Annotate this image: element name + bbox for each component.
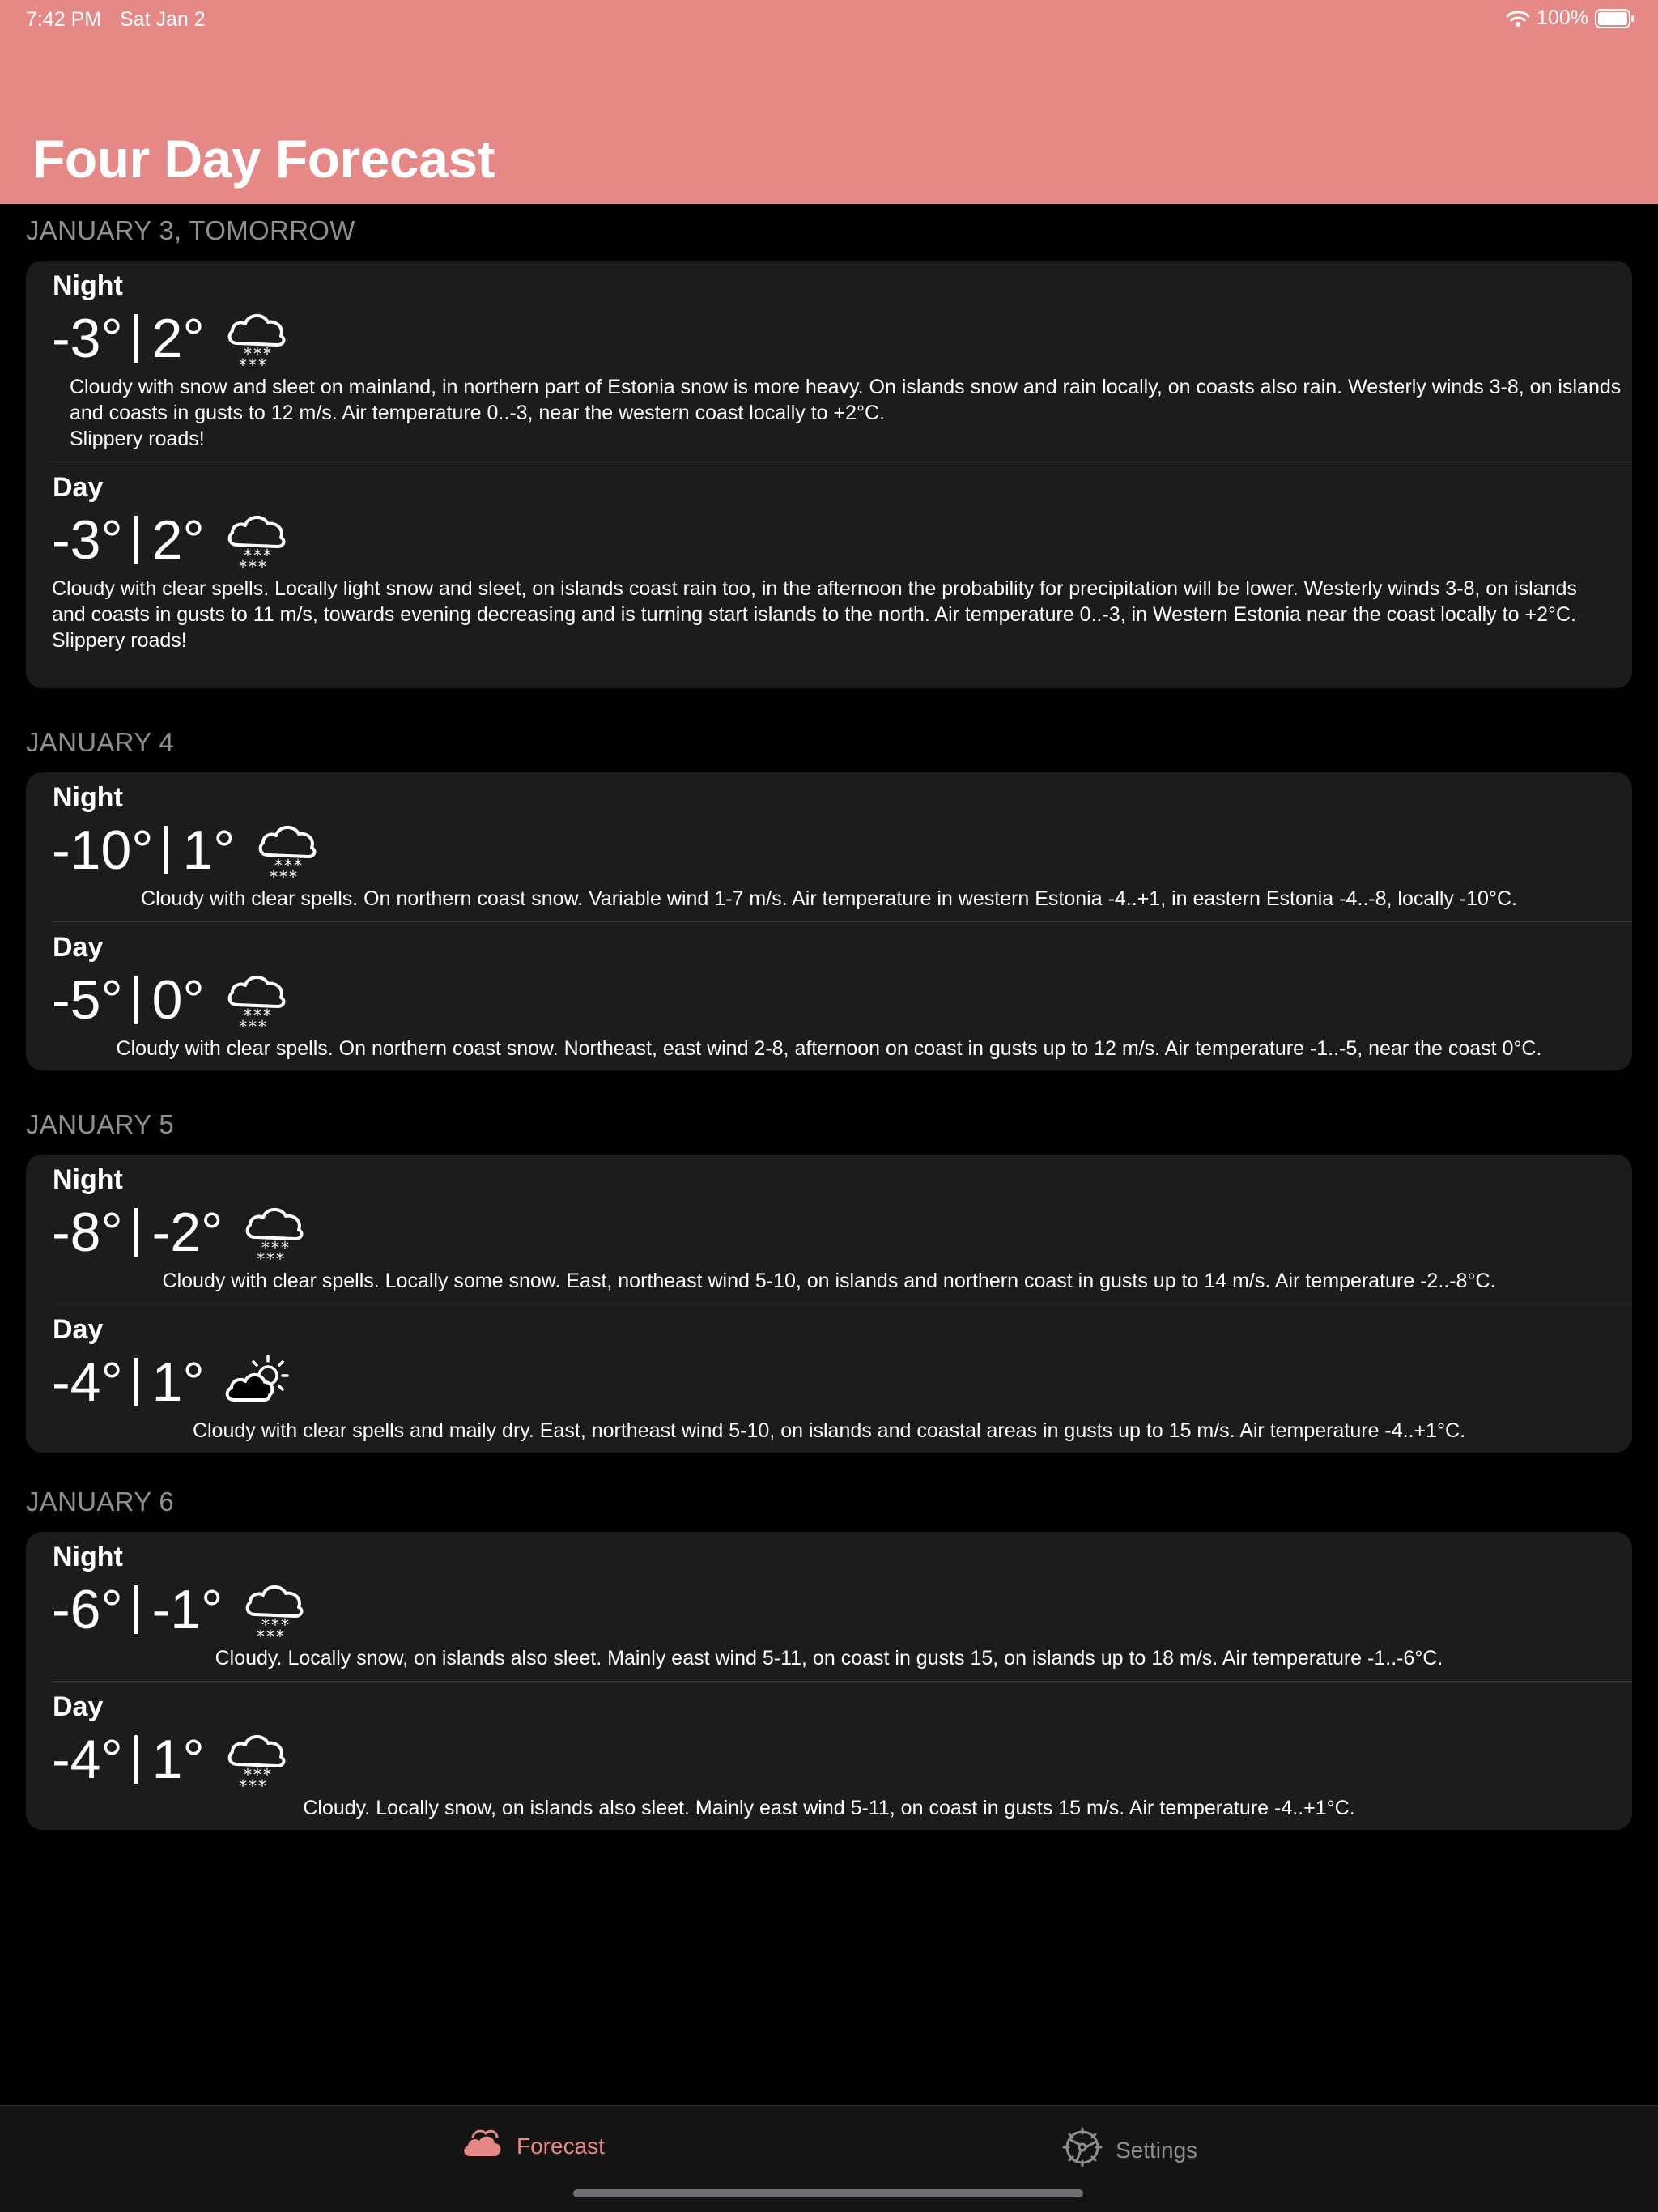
forecast-description: Cloudy with clear spells. On northern co… [116,1037,1542,1060]
temperature-range: -8° -2° [52,1198,308,1266]
forecast-description: Cloudy. Locally snow, on islands also sl… [303,1797,1355,1819]
day-card: Night -10° 1° Cloudy with clear spells. … [26,772,1632,1070]
temp-high: 1° [151,1729,205,1790]
cloud-icon [461,2127,504,2165]
period-label: Day [53,1314,104,1345]
day-forecast: Day -5° 0° Cloudy with clear spells. On … [26,922,1632,1070]
tab-settings[interactable]: Settings [1062,2127,1197,2173]
home-indicator[interactable] [573,2189,1083,2197]
temp-low: -3° [52,308,123,369]
temp-low: -4° [52,1351,123,1413]
temp-low: -3° [52,509,123,571]
period-label: Day [53,932,104,963]
temp-separator [134,1735,138,1784]
temp-low: -6° [52,1579,123,1640]
period-label: Day [53,472,104,503]
day-forecast: Day -4° 1° Cloudy. Locally snow, on isla… [26,1682,1632,1830]
period-label: Night [53,270,123,301]
cloud-snow-icon [253,816,321,884]
temp-low: -8° [52,1202,123,1263]
cloud-snow-icon [240,1198,308,1266]
cloud-snow-icon [240,1576,308,1644]
day-card: Night -6° -1° Cloudy. Locally snow, on i… [26,1532,1632,1830]
day-forecast: Day -4° 1° Cloudy with clear spells and … [26,1304,1632,1453]
cloud-sun-icon [223,1348,291,1416]
forecast-description: Cloudy with clear spells and maily dry. … [192,1419,1466,1442]
temp-separator [134,1358,138,1406]
cloud-snow-icon [223,304,291,372]
tab-forecast[interactable]: Forecast [461,2127,605,2165]
day-card: Night -3° 2° Cloudy with snow and sleet … [26,261,1632,688]
temperature-range: -10° 1° [52,816,321,884]
navigation-header: 7:42 PM Sat Jan 2 100% Four Day Forecast [0,0,1658,204]
period-label: Night [53,1542,123,1572]
status-bar: 7:42 PM Sat Jan 2 100% [0,0,1658,39]
night-forecast: Night -8° -2° Cloudy with clear spells. … [26,1155,1632,1304]
forecast-screen: 7:42 PM Sat Jan 2 100% Four Day Forecast… [0,0,1658,2212]
temp-separator [134,1208,138,1257]
temperature-range: -3° 2° [52,506,291,574]
temp-separator [134,1585,138,1634]
wifi-icon [1506,9,1530,28]
temp-high: 1° [182,819,236,881]
temp-low: -4° [52,1729,123,1790]
night-forecast: Night -3° 2° Cloudy with snow and sleet … [26,261,1632,462]
forecast-description: Cloudy. Locally snow, on islands also sl… [215,1647,1443,1670]
section-header: JANUARY 3, TOMORROW [26,215,355,245]
battery-icon [1595,8,1635,29]
forecast-description: Cloudy with clear spells. Locally some s… [162,1270,1496,1292]
cloud-snow-icon [223,966,291,1034]
temperature-range: -3° 2° [52,304,291,372]
night-forecast: Night -10° 1° Cloudy with clear spells. … [26,772,1632,921]
cloud-snow-icon [223,506,291,574]
temp-high: -1° [151,1579,223,1640]
period-label: Night [53,1164,123,1195]
page-title: Four Day Forecast [32,129,495,189]
period-label: Day [53,1691,104,1722]
temp-separator [134,314,138,363]
period-label: Night [53,782,123,813]
tab-label: Forecast [517,2133,605,2159]
forecast-description: Cloudy with clear spells. Locally light … [52,577,1577,652]
battery-percentage: 100% [1537,6,1588,29]
forecast-description: Cloudy with snow and sleet on mainland, … [70,376,1622,450]
temp-separator [134,976,138,1024]
temperature-range: -6° -1° [52,1576,308,1644]
section-header: JANUARY 4 [26,727,175,757]
temperature-range: -4° 1° [52,1725,291,1793]
temp-separator [134,516,138,564]
temp-separator [164,826,168,874]
temp-high: 1° [151,1351,205,1413]
status-indicators: 100% [1506,6,1635,30]
gear-icon [1062,2127,1103,2173]
status-time: 7:42 PM [26,8,102,31]
day-card: Night -8° -2° Cloudy with clear spells. … [26,1155,1632,1453]
temp-low: -5° [52,969,123,1031]
temp-high: 2° [151,308,205,369]
section-header: JANUARY 5 [26,1109,175,1139]
day-forecast: Day -3° 2° Cloudy with clear spells. Loc… [26,462,1632,688]
temp-high: 0° [151,969,205,1031]
status-date: Sat Jan 2 [120,8,206,31]
temperature-range: -4° 1° [52,1348,291,1416]
temp-low: -10° [52,819,154,881]
night-forecast: Night -6° -1° Cloudy. Locally snow, on i… [26,1532,1632,1681]
temp-high: -2° [151,1202,223,1263]
temperature-range: -5° 0° [52,966,291,1034]
forecast-description: Cloudy with clear spells. On northern co… [141,887,1517,910]
tab-label: Settings [1116,2137,1198,2163]
section-header: JANUARY 6 [26,1487,175,1516]
temp-high: 2° [151,509,205,571]
cloud-snow-icon [223,1725,291,1793]
